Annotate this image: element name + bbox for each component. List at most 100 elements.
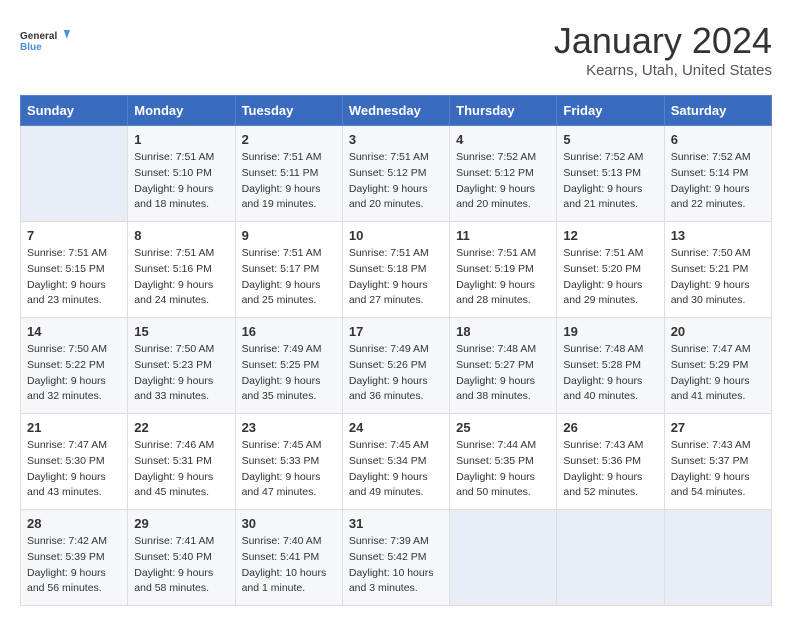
- calendar-cell: 31 Sunrise: 7:39 AM Sunset: 5:42 PM Dayl…: [342, 510, 449, 606]
- cell-info: Sunrise: 7:51 AM Sunset: 5:19 PM Dayligh…: [456, 246, 550, 309]
- daylight-label: Daylight: 9 hours and 29 minutes.: [563, 279, 642, 307]
- calendar-cell: 19 Sunrise: 7:48 AM Sunset: 5:28 PM Dayl…: [557, 318, 664, 414]
- svg-text:General: General: [20, 31, 57, 42]
- sunset-label: Sunset: 5:13 PM: [563, 167, 641, 179]
- sunrise-label: Sunrise: 7:48 AM: [563, 343, 643, 355]
- day-number: 1: [134, 132, 228, 147]
- cell-info: Sunrise: 7:51 AM Sunset: 5:12 PM Dayligh…: [349, 150, 443, 213]
- daylight-label: Daylight: 9 hours and 40 minutes.: [563, 375, 642, 403]
- daylight-label: Daylight: 9 hours and 54 minutes.: [671, 471, 750, 499]
- sunrise-label: Sunrise: 7:49 AM: [242, 343, 322, 355]
- calendar-cell: 1 Sunrise: 7:51 AM Sunset: 5:10 PM Dayli…: [128, 126, 235, 222]
- week-row-4: 21 Sunrise: 7:47 AM Sunset: 5:30 PM Dayl…: [21, 414, 772, 510]
- week-row-3: 14 Sunrise: 7:50 AM Sunset: 5:22 PM Dayl…: [21, 318, 772, 414]
- sunrise-label: Sunrise: 7:51 AM: [242, 151, 322, 163]
- calendar-cell: 22 Sunrise: 7:46 AM Sunset: 5:31 PM Dayl…: [128, 414, 235, 510]
- day-number: 26: [563, 420, 657, 435]
- calendar-cell: 12 Sunrise: 7:51 AM Sunset: 5:20 PM Dayl…: [557, 222, 664, 318]
- daylight-label: Daylight: 9 hours and 50 minutes.: [456, 471, 535, 499]
- day-number: 30: [242, 516, 336, 531]
- daylight-label: Daylight: 9 hours and 49 minutes.: [349, 471, 428, 499]
- sunrise-label: Sunrise: 7:52 AM: [671, 151, 751, 163]
- daylight-label: Daylight: 9 hours and 56 minutes.: [27, 567, 106, 595]
- sunset-label: Sunset: 5:40 PM: [134, 551, 212, 563]
- day-number: 7: [27, 228, 121, 243]
- sunset-label: Sunset: 5:35 PM: [456, 455, 534, 467]
- sunset-label: Sunset: 5:21 PM: [671, 263, 749, 275]
- sunset-label: Sunset: 5:28 PM: [563, 359, 641, 371]
- daylight-label: Daylight: 9 hours and 41 minutes.: [671, 375, 750, 403]
- cell-info: Sunrise: 7:51 AM Sunset: 5:15 PM Dayligh…: [27, 246, 121, 309]
- cell-info: Sunrise: 7:51 AM Sunset: 5:17 PM Dayligh…: [242, 246, 336, 309]
- sunset-label: Sunset: 5:22 PM: [27, 359, 105, 371]
- day-number: 27: [671, 420, 765, 435]
- cell-info: Sunrise: 7:51 AM Sunset: 5:10 PM Dayligh…: [134, 150, 228, 213]
- sunset-label: Sunset: 5:39 PM: [27, 551, 105, 563]
- calendar-cell: 13 Sunrise: 7:50 AM Sunset: 5:21 PM Dayl…: [664, 222, 771, 318]
- sunset-label: Sunset: 5:12 PM: [456, 167, 534, 179]
- sunrise-label: Sunrise: 7:51 AM: [242, 247, 322, 259]
- sunrise-label: Sunrise: 7:51 AM: [456, 247, 536, 259]
- calendar-cell: 27 Sunrise: 7:43 AM Sunset: 5:37 PM Dayl…: [664, 414, 771, 510]
- calendar-table: SundayMondayTuesdayWednesdayThursdayFrid…: [20, 95, 772, 606]
- cell-info: Sunrise: 7:48 AM Sunset: 5:27 PM Dayligh…: [456, 342, 550, 405]
- sunrise-label: Sunrise: 7:43 AM: [671, 439, 751, 451]
- sunset-label: Sunset: 5:10 PM: [134, 167, 212, 179]
- calendar-cell: [557, 510, 664, 606]
- sunrise-label: Sunrise: 7:47 AM: [671, 343, 751, 355]
- sunrise-label: Sunrise: 7:51 AM: [349, 151, 429, 163]
- daylight-label: Daylight: 9 hours and 25 minutes.: [242, 279, 321, 307]
- calendar-cell: 6 Sunrise: 7:52 AM Sunset: 5:14 PM Dayli…: [664, 126, 771, 222]
- calendar-cell: 20 Sunrise: 7:47 AM Sunset: 5:29 PM Dayl…: [664, 318, 771, 414]
- cell-info: Sunrise: 7:52 AM Sunset: 5:12 PM Dayligh…: [456, 150, 550, 213]
- calendar-cell: 23 Sunrise: 7:45 AM Sunset: 5:33 PM Dayl…: [235, 414, 342, 510]
- week-row-5: 28 Sunrise: 7:42 AM Sunset: 5:39 PM Dayl…: [21, 510, 772, 606]
- sunset-label: Sunset: 5:30 PM: [27, 455, 105, 467]
- cell-info: Sunrise: 7:40 AM Sunset: 5:41 PM Dayligh…: [242, 534, 336, 597]
- sunset-label: Sunset: 5:20 PM: [563, 263, 641, 275]
- daylight-label: Daylight: 9 hours and 43 minutes.: [27, 471, 106, 499]
- day-number: 11: [456, 228, 550, 243]
- daylight-label: Daylight: 9 hours and 20 minutes.: [456, 183, 535, 211]
- cell-info: Sunrise: 7:51 AM Sunset: 5:16 PM Dayligh…: [134, 246, 228, 309]
- col-header-sunday: Sunday: [21, 96, 128, 126]
- sunrise-label: Sunrise: 7:40 AM: [242, 535, 322, 547]
- calendar-cell: [21, 126, 128, 222]
- sunset-label: Sunset: 5:37 PM: [671, 455, 749, 467]
- calendar-cell: 7 Sunrise: 7:51 AM Sunset: 5:15 PM Dayli…: [21, 222, 128, 318]
- col-header-wednesday: Wednesday: [342, 96, 449, 126]
- daylight-label: Daylight: 9 hours and 20 minutes.: [349, 183, 428, 211]
- cell-info: Sunrise: 7:48 AM Sunset: 5:28 PM Dayligh…: [563, 342, 657, 405]
- calendar-cell: 2 Sunrise: 7:51 AM Sunset: 5:11 PM Dayli…: [235, 126, 342, 222]
- daylight-label: Daylight: 9 hours and 58 minutes.: [134, 567, 213, 595]
- day-number: 12: [563, 228, 657, 243]
- sunrise-label: Sunrise: 7:51 AM: [563, 247, 643, 259]
- sunset-label: Sunset: 5:16 PM: [134, 263, 212, 275]
- svg-text:Blue: Blue: [20, 42, 42, 53]
- daylight-label: Daylight: 9 hours and 52 minutes.: [563, 471, 642, 499]
- sunset-label: Sunset: 5:26 PM: [349, 359, 427, 371]
- sunset-label: Sunset: 5:17 PM: [242, 263, 320, 275]
- sunrise-label: Sunrise: 7:51 AM: [27, 247, 107, 259]
- day-number: 16: [242, 324, 336, 339]
- header-row: SundayMondayTuesdayWednesdayThursdayFrid…: [21, 96, 772, 126]
- calendar-cell: 26 Sunrise: 7:43 AM Sunset: 5:36 PM Dayl…: [557, 414, 664, 510]
- sunset-label: Sunset: 5:15 PM: [27, 263, 105, 275]
- sunset-label: Sunset: 5:33 PM: [242, 455, 320, 467]
- day-number: 13: [671, 228, 765, 243]
- sunrise-label: Sunrise: 7:49 AM: [349, 343, 429, 355]
- daylight-label: Daylight: 9 hours and 33 minutes.: [134, 375, 213, 403]
- cell-info: Sunrise: 7:52 AM Sunset: 5:13 PM Dayligh…: [563, 150, 657, 213]
- cell-info: Sunrise: 7:50 AM Sunset: 5:21 PM Dayligh…: [671, 246, 765, 309]
- day-number: 29: [134, 516, 228, 531]
- logo: General Blue: [20, 20, 70, 60]
- cell-info: Sunrise: 7:51 AM Sunset: 5:20 PM Dayligh…: [563, 246, 657, 309]
- daylight-label: Daylight: 9 hours and 30 minutes.: [671, 279, 750, 307]
- title-block: January 2024 Kearns, Utah, United States: [554, 20, 772, 79]
- sunset-label: Sunset: 5:23 PM: [134, 359, 212, 371]
- calendar-cell: 11 Sunrise: 7:51 AM Sunset: 5:19 PM Dayl…: [450, 222, 557, 318]
- sunrise-label: Sunrise: 7:41 AM: [134, 535, 214, 547]
- cell-info: Sunrise: 7:45 AM Sunset: 5:33 PM Dayligh…: [242, 438, 336, 501]
- sunset-label: Sunset: 5:18 PM: [349, 263, 427, 275]
- calendar-cell: 14 Sunrise: 7:50 AM Sunset: 5:22 PM Dayl…: [21, 318, 128, 414]
